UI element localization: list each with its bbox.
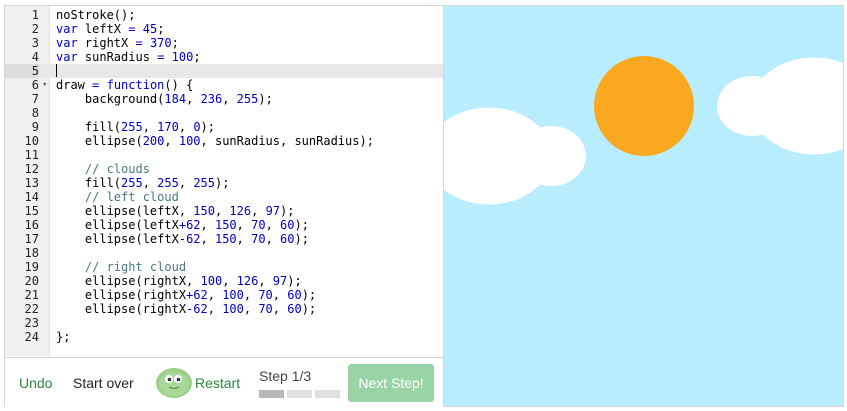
code-line[interactable]: 3 var rightX = 370; bbox=[5, 36, 443, 50]
code-line[interactable]: 23 bbox=[5, 316, 443, 330]
line-number: 6 bbox=[31, 78, 39, 92]
line-number: 20 bbox=[24, 274, 39, 288]
start-over-button[interactable]: Start over bbox=[73, 375, 134, 391]
code-line[interactable]: 13 fill(255, 255, 255); bbox=[5, 176, 443, 190]
undo-button[interactable]: Undo bbox=[19, 375, 52, 391]
code-line[interactable]: 21 ellipse(rightX+62, 100, 70, 60); bbox=[5, 288, 443, 302]
code-area[interactable]: 1 noStroke(); 2 var leftX = 45; 3 var rightX … bbox=[5, 8, 443, 344]
code-text: var leftX = 45; bbox=[56, 22, 165, 36]
code-line[interactable]: 7 background(184, 236, 255); bbox=[5, 92, 443, 106]
line-number: 3 bbox=[31, 36, 39, 50]
code-text: // left cloud bbox=[84, 190, 179, 204]
line-number: 8 bbox=[31, 106, 39, 120]
line-number: 24 bbox=[24, 330, 39, 344]
code-text bbox=[56, 64, 57, 78]
output-canvas[interactable] bbox=[444, 6, 843, 406]
code-text: ellipse(rightX, 100, 126, 97); bbox=[56, 274, 302, 288]
step-progress-bar bbox=[259, 390, 341, 398]
code-line[interactable]: 8 bbox=[5, 106, 443, 120]
code-text: ellipse(leftX+62, 150, 70, 60); bbox=[56, 218, 309, 232]
code-text: ellipse(rightX-62, 100, 70, 60); bbox=[56, 302, 317, 316]
line-number: 12 bbox=[24, 162, 39, 176]
progress-segment bbox=[287, 390, 312, 398]
progress-segment bbox=[259, 390, 284, 398]
left-cloud-right bbox=[516, 126, 586, 186]
code-line[interactable]: 12 // clouds bbox=[5, 162, 443, 176]
code-editor[interactable]: 1 noStroke(); 2 var leftX = 45; 3 var rightX … bbox=[5, 6, 443, 356]
code-text: noStroke(); bbox=[56, 8, 136, 22]
code-line[interactable]: 22 ellipse(rightX-62, 100, 70, 60); bbox=[5, 302, 443, 316]
code-text: draw = function() { bbox=[56, 78, 194, 92]
code-line[interactable]: 18 bbox=[5, 246, 443, 260]
code-line[interactable]: 4 var sunRadius = 100; bbox=[5, 50, 443, 64]
line-number: 5 bbox=[5, 64, 39, 78]
code-text: var rightX = 370; bbox=[56, 36, 179, 50]
code-line[interactable]: 16 ellipse(leftX+62, 150, 70, 60); bbox=[5, 218, 443, 232]
fold-arrow-icon[interactable]: ▾ bbox=[42, 78, 47, 92]
progress-segment bbox=[315, 390, 340, 398]
code-line[interactable]: 14 // left cloud bbox=[5, 190, 443, 204]
next-step-button[interactable]: Next Step! bbox=[348, 364, 434, 402]
line-number: 14 bbox=[24, 190, 39, 204]
line-number: 7 bbox=[31, 92, 39, 106]
code-line[interactable]: 20 ellipse(rightX, 100, 126, 97); bbox=[5, 274, 443, 288]
code-text: }; bbox=[56, 330, 71, 344]
line-number: 18 bbox=[24, 246, 39, 260]
code-line[interactable]: 11 bbox=[5, 148, 443, 162]
line-number: 11 bbox=[24, 148, 39, 162]
code-line[interactable]: 15 ellipse(leftX, 150, 126, 97); bbox=[5, 204, 443, 218]
code-text: fill(255, 255, 255); bbox=[56, 176, 230, 190]
code-line[interactable]: 5 bbox=[5, 64, 443, 78]
code-text: background(184, 236, 255); bbox=[56, 92, 273, 106]
avatar-blob-icon bbox=[156, 368, 192, 398]
code-line[interactable]: 9 fill(255, 170, 0); bbox=[5, 120, 443, 134]
line-number: 1 bbox=[31, 8, 39, 22]
code-line[interactable]: 6 ▾ draw = function() { bbox=[5, 78, 443, 92]
code-line[interactable]: 17 ellipse(leftX-62, 150, 70, 60); bbox=[5, 232, 443, 246]
line-number: 21 bbox=[24, 288, 39, 302]
line-number: 19 bbox=[24, 260, 39, 274]
code-text: ellipse(leftX-62, 150, 70, 60); bbox=[56, 232, 309, 246]
step-indicator: Step 1/3 bbox=[259, 368, 312, 384]
line-number: 23 bbox=[24, 316, 39, 330]
right-cloud-left bbox=[717, 76, 787, 136]
sun-shape bbox=[594, 56, 694, 156]
restart-button[interactable]: Restart bbox=[155, 365, 247, 399]
code-text: // clouds bbox=[84, 162, 150, 176]
line-number: 10 bbox=[24, 134, 39, 148]
bottom-toolbar: Undo Start over Restart Step 1/3 Next St… bbox=[5, 357, 443, 408]
code-text: fill(255, 170, 0); bbox=[56, 120, 215, 134]
code-text: ellipse(rightX+62, 100, 70, 60); bbox=[56, 288, 317, 302]
line-number: 16 bbox=[24, 218, 39, 232]
code-text: ellipse(200, 100, sunRadius, sunRadius); bbox=[56, 134, 374, 148]
text-cursor bbox=[56, 64, 57, 77]
code-line[interactable]: 2 var leftX = 45; bbox=[5, 22, 443, 36]
line-number: 2 bbox=[31, 22, 39, 36]
code-line[interactable]: 1 noStroke(); bbox=[5, 8, 443, 22]
code-text: ellipse(leftX, 150, 126, 97); bbox=[56, 204, 295, 218]
code-line[interactable]: 10 ellipse(200, 100, sunRadius, sunRadiu… bbox=[5, 134, 443, 148]
line-number: 13 bbox=[24, 176, 39, 190]
line-number: 22 bbox=[24, 302, 39, 316]
line-number: 15 bbox=[24, 204, 39, 218]
code-text: // right cloud bbox=[84, 260, 187, 274]
code-line[interactable]: 24}; bbox=[5, 330, 443, 344]
line-number: 17 bbox=[24, 232, 39, 246]
code-text: var sunRadius = 100; bbox=[56, 50, 201, 64]
line-number: 4 bbox=[31, 50, 39, 64]
code-line[interactable]: 19 // right cloud bbox=[5, 260, 443, 274]
restart-label: Restart bbox=[195, 375, 241, 391]
line-number: 9 bbox=[31, 120, 39, 134]
